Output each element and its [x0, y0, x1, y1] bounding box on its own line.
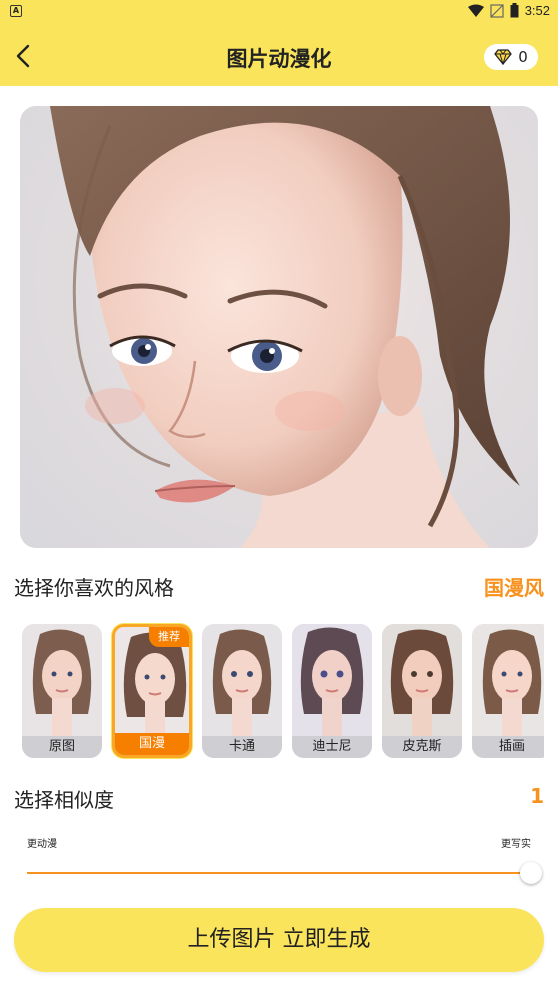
battery-icon	[510, 3, 519, 18]
preview-image	[20, 106, 538, 548]
similarity-slider-track[interactable]	[27, 872, 531, 874]
style-option-illustration[interactable]: 插画	[472, 624, 544, 758]
gem-balance[interactable]: 0	[484, 44, 538, 70]
gem-count: 0	[518, 48, 528, 66]
style-option-guoman[interactable]: 推荐 国漫	[112, 624, 192, 758]
style-option-pixar[interactable]: 皮克斯	[382, 624, 462, 758]
portrait-illustration	[50, 106, 520, 548]
thumbnail-image	[382, 624, 462, 736]
style-option-original[interactable]: 原图	[22, 624, 102, 758]
slider-max-label: 更写实	[501, 839, 531, 850]
slider-min-label: 更动漫	[27, 839, 57, 850]
thumbnail-image	[22, 624, 102, 736]
style-label: 插画	[472, 736, 544, 758]
style-label: 迪士尼	[292, 736, 372, 758]
style-option-disney[interactable]: 迪士尼	[292, 624, 372, 758]
status-icons: 3:52	[467, 3, 550, 18]
style-list: 原图 推荐 国漫 卡通 迪士尼 皮克斯 插画	[0, 622, 544, 760]
style-option-cartoon[interactable]: 卡通	[202, 624, 282, 758]
signal-icon	[490, 3, 504, 18]
status-bar: A 3:52	[0, 0, 558, 24]
wifi-icon	[467, 4, 484, 17]
style-label: 卡通	[202, 736, 282, 758]
similarity-value: 1	[530, 784, 544, 808]
notification-icon: A	[10, 5, 22, 17]
status-time: 3:52	[524, 3, 550, 18]
header: 图片动漫化 0	[0, 24, 558, 86]
upload-generate-button[interactable]: 上传图片 立即生成	[14, 908, 544, 972]
thumbnail-image	[472, 624, 544, 736]
style-section-title: 选择你喜欢的风格	[14, 576, 174, 600]
style-label: 皮克斯	[382, 736, 462, 758]
thumbnail-image	[202, 624, 282, 736]
style-label: 原图	[22, 736, 102, 758]
diamond-icon	[494, 49, 512, 65]
thumbnail-image	[292, 624, 372, 736]
selected-style-value: 国漫风	[484, 576, 544, 600]
recommended-badge: 推荐	[149, 627, 189, 647]
similarity-section-title: 选择相似度	[14, 788, 114, 812]
similarity-slider-thumb[interactable]	[520, 862, 542, 884]
page-title: 图片动漫化	[226, 47, 332, 71]
style-label: 国漫	[115, 733, 189, 755]
